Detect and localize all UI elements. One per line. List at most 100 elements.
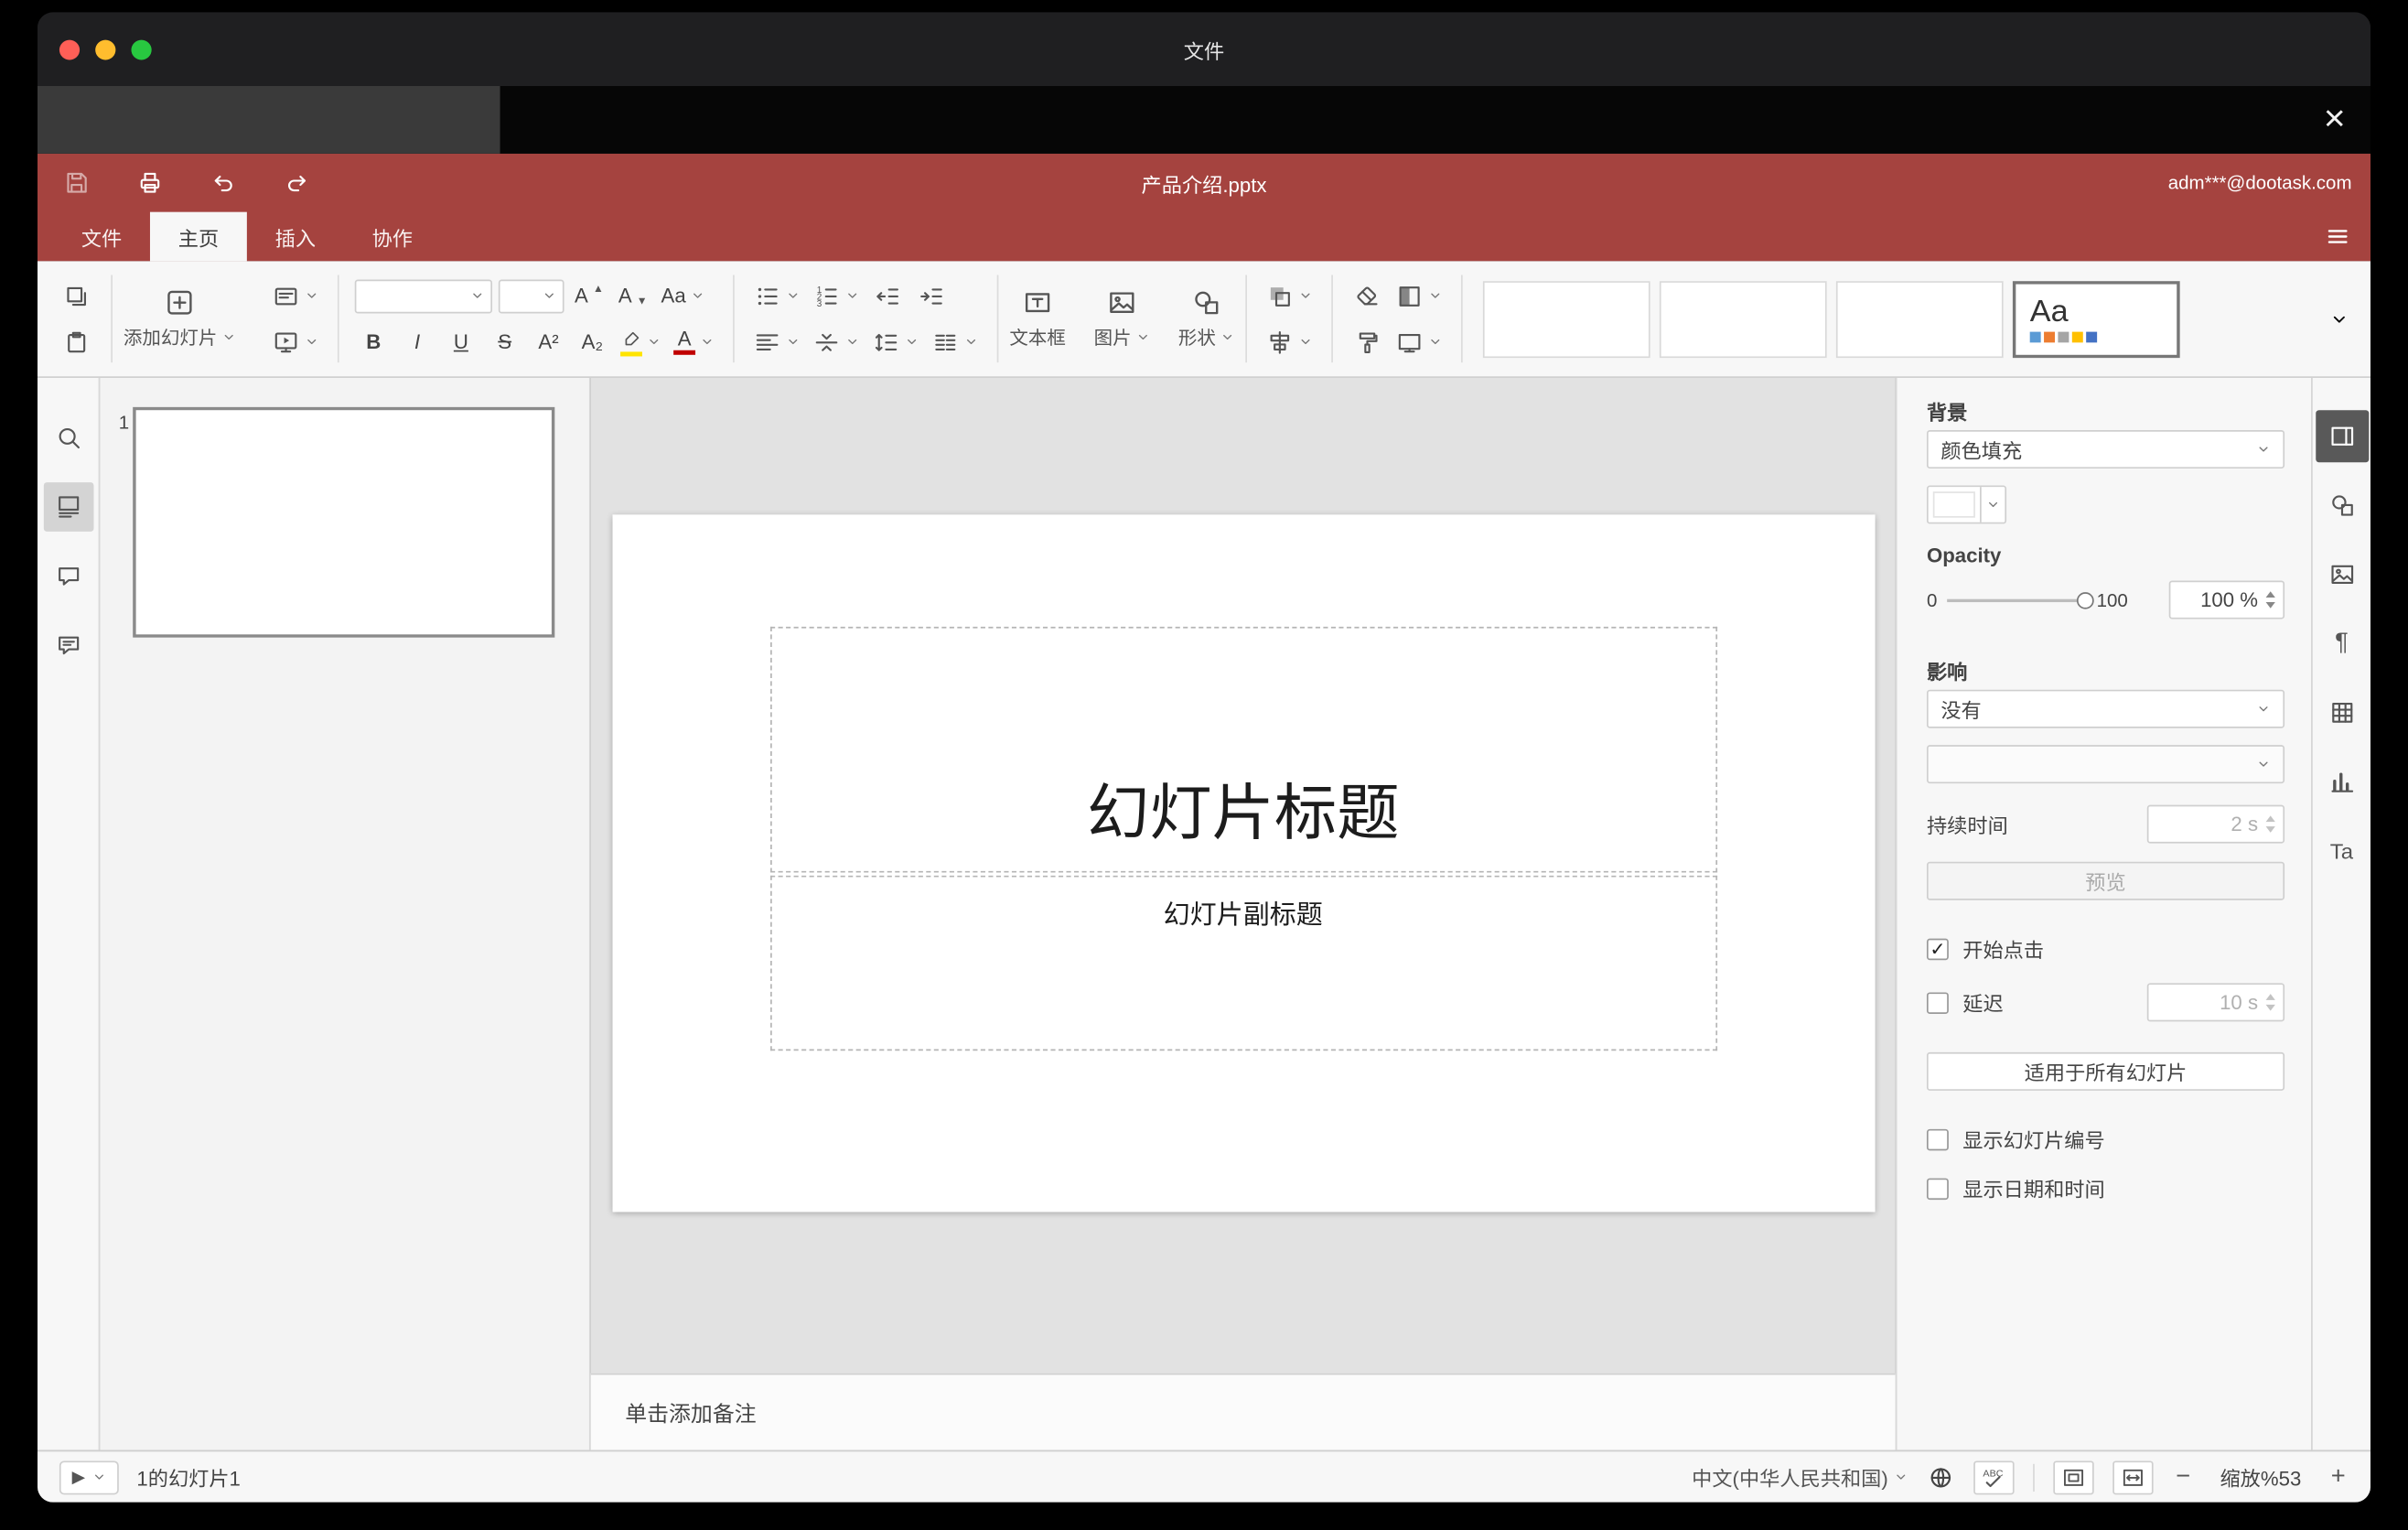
fit-width-icon bbox=[2121, 1465, 2145, 1490]
search-button[interactable] bbox=[43, 414, 93, 463]
background-color-picker[interactable] bbox=[1926, 485, 2007, 524]
tab-file[interactable]: 文件 bbox=[53, 212, 150, 262]
start-on-click-row: ✓ 开始点击 bbox=[1926, 934, 2284, 964]
paragraph-group: 123 bbox=[739, 277, 993, 361]
theme-tile[interactable] bbox=[1836, 280, 2004, 358]
strikeout-button[interactable]: S bbox=[486, 323, 523, 360]
undo-button[interactable] bbox=[203, 163, 243, 203]
view-settings-button[interactable] bbox=[2324, 212, 2352, 262]
underline-button[interactable]: U bbox=[442, 323, 479, 360]
decrease-indent-button[interactable] bbox=[869, 277, 907, 314]
increase-indent-button[interactable] bbox=[912, 277, 950, 314]
change-case-button[interactable]: Aa bbox=[658, 277, 707, 314]
table-settings-button[interactable] bbox=[2315, 686, 2368, 738]
italic-button[interactable]: I bbox=[399, 323, 436, 360]
bullets-button[interactable] bbox=[750, 277, 803, 314]
zoom-in-button[interactable]: + bbox=[2327, 1463, 2349, 1491]
shape-settings-button[interactable] bbox=[2315, 479, 2368, 532]
insert-shape-button[interactable]: 形状 bbox=[1172, 287, 1241, 350]
print-button[interactable] bbox=[130, 163, 170, 203]
spellcheck-button[interactable]: ABC bbox=[1973, 1460, 2016, 1494]
font-size-combo[interactable] bbox=[498, 278, 564, 313]
horizontal-align-button[interactable] bbox=[750, 323, 803, 360]
globe-icon[interactable] bbox=[1927, 1463, 1955, 1491]
superscript-button[interactable]: A² bbox=[530, 323, 567, 360]
text-art-settings-button[interactable]: Ta bbox=[2315, 824, 2368, 877]
start-on-click-checkbox[interactable]: ✓ bbox=[1926, 937, 1949, 960]
maximize-window-button[interactable] bbox=[131, 38, 152, 59]
theme-tile[interactable] bbox=[1482, 280, 1650, 358]
opacity-slider[interactable] bbox=[1946, 591, 2094, 609]
chart-settings-button[interactable] bbox=[2315, 756, 2368, 808]
title-placeholder[interactable]: 幻灯片标题 bbox=[769, 626, 1717, 873]
close-modal-button[interactable]: × bbox=[2324, 101, 2346, 138]
color-scheme-button[interactable] bbox=[1392, 277, 1446, 314]
slide-thumbnail[interactable] bbox=[133, 406, 555, 638]
paste-button[interactable] bbox=[58, 323, 95, 360]
preview-button[interactable]: 预览 bbox=[1926, 861, 2285, 900]
highlight-color-button[interactable] bbox=[618, 323, 664, 360]
subtitle-placeholder[interactable]: 幻灯片副标题 bbox=[769, 875, 1717, 1051]
start-slideshow-button[interactable] bbox=[269, 323, 322, 360]
fit-width-button[interactable] bbox=[2112, 1460, 2155, 1494]
fill-type-select[interactable]: 颜色填充 bbox=[1926, 430, 2285, 469]
vertical-align-button[interactable] bbox=[810, 323, 863, 360]
slide-layout-button[interactable] bbox=[269, 277, 322, 314]
theme-tile[interactable] bbox=[1660, 280, 1827, 358]
redo-button[interactable] bbox=[276, 163, 317, 203]
font-color-button[interactable]: A bbox=[671, 323, 717, 360]
clear-style-button[interactable] bbox=[1349, 277, 1386, 314]
language-selector[interactable]: 中文(中华人民共和国) bbox=[1692, 1462, 1908, 1492]
tab-home[interactable]: 主页 bbox=[149, 211, 247, 262]
copy-button[interactable] bbox=[58, 277, 95, 314]
opacity-label: Opacity bbox=[1926, 544, 2002, 567]
notes-area[interactable]: 单击添加备注 bbox=[590, 1373, 1896, 1450]
tab-collaboration[interactable]: 协作 bbox=[344, 212, 441, 262]
bold-label: B bbox=[366, 329, 382, 354]
theme-tile-selected[interactable]: Aa bbox=[2013, 280, 2180, 358]
slide-settings-button[interactable] bbox=[2315, 410, 2369, 463]
zoom-out-button[interactable]: − bbox=[2173, 1463, 2194, 1491]
insert-textbox-button[interactable]: 文本框 bbox=[1004, 287, 1072, 350]
delay-checkbox[interactable]: ✓ bbox=[1926, 991, 1949, 1014]
close-window-button[interactable] bbox=[59, 38, 81, 59]
minimize-window-button[interactable] bbox=[95, 38, 116, 59]
effect-select[interactable]: 没有 bbox=[1926, 689, 2285, 728]
delay-spinner[interactable]: 10 s bbox=[2146, 983, 2285, 1022]
opacity-spinner[interactable]: 100 % bbox=[2168, 580, 2285, 620]
subscript-button[interactable]: A₂ bbox=[574, 323, 611, 360]
insert-image-button[interactable]: 图片 bbox=[1088, 287, 1156, 350]
apply-to-all-slides-button[interactable]: 适用于所有幻灯片 bbox=[1926, 1051, 2285, 1091]
divider bbox=[1331, 275, 1334, 363]
paragraph-settings-button[interactable]: ¶ bbox=[2315, 618, 2368, 670]
collapse-toolbar-button[interactable] bbox=[2330, 309, 2349, 328]
slides-panel-button[interactable] bbox=[42, 482, 93, 532]
numbering-button[interactable]: 123 bbox=[810, 277, 863, 314]
fill-type-value: 颜色填充 bbox=[1940, 439, 2023, 463]
add-slide-button[interactable]: 添加幻灯片 bbox=[117, 287, 242, 350]
fit-slide-button[interactable] bbox=[2053, 1460, 2095, 1494]
slide-settings-panel: 背景 颜色填充 Opacity 0 100 100 % 影响 没有 持续时间 2… bbox=[1895, 377, 2312, 1450]
align-shape-button[interactable] bbox=[1263, 323, 1316, 360]
copy-style-button[interactable] bbox=[1349, 323, 1386, 360]
increase-font-button[interactable]: A ▲ bbox=[570, 277, 607, 314]
chat-button[interactable] bbox=[43, 620, 93, 670]
arrange-shape-button[interactable] bbox=[1263, 277, 1316, 314]
bold-button[interactable]: B bbox=[355, 323, 392, 360]
tab-insert[interactable]: 插入 bbox=[247, 212, 344, 262]
start-slideshow-status-button[interactable]: ▶ bbox=[59, 1460, 120, 1494]
effect-type-select[interactable] bbox=[1926, 745, 2285, 784]
image-settings-button[interactable] bbox=[2315, 548, 2368, 600]
window-title: 文件 bbox=[1183, 38, 1225, 62]
comments-button[interactable] bbox=[43, 552, 93, 601]
duration-spinner[interactable]: 2 s bbox=[2146, 804, 2285, 844]
slide-size-button[interactable] bbox=[1392, 323, 1446, 360]
columns-button[interactable] bbox=[929, 323, 982, 360]
line-spacing-button[interactable] bbox=[869, 323, 922, 360]
save-button[interactable] bbox=[56, 163, 96, 203]
font-name-combo[interactable] bbox=[354, 278, 493, 313]
show-datetime-checkbox[interactable]: ✓ bbox=[1926, 1177, 1949, 1200]
show-slide-number-checkbox[interactable]: ✓ bbox=[1926, 1128, 1949, 1150]
opacity-slider-handle[interactable] bbox=[2076, 591, 2094, 609]
decrease-font-button[interactable]: A ▼ bbox=[614, 277, 651, 314]
